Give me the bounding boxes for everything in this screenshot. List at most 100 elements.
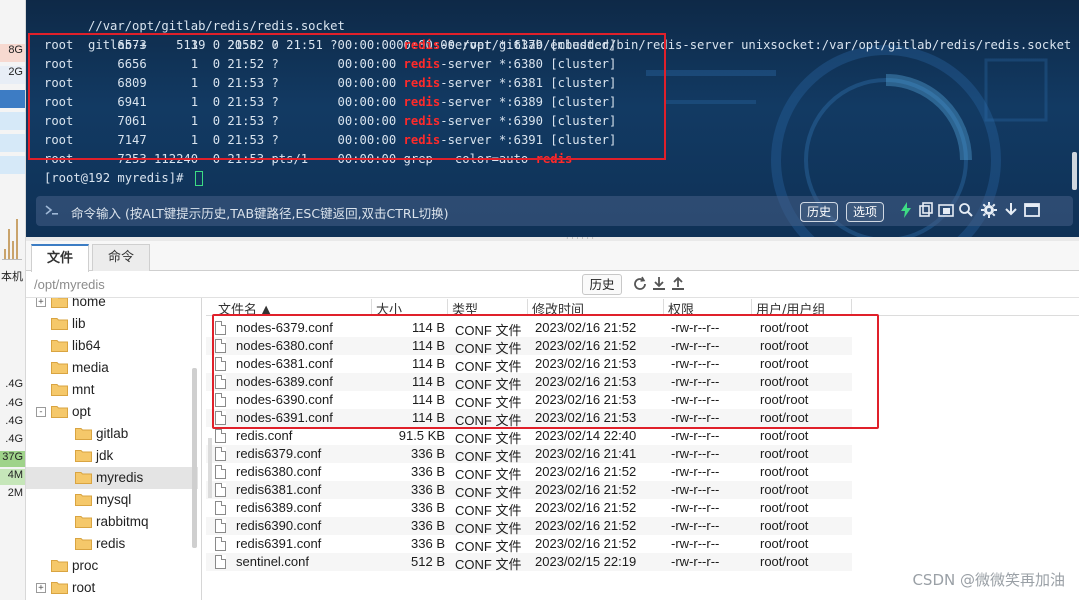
download-icon[interactable] <box>1002 201 1020 219</box>
tree-item-lib[interactable]: lib <box>26 313 198 335</box>
command-icon <box>45 205 58 215</box>
left-row[interactable] <box>0 156 25 174</box>
file-row[interactable]: redis6380.conf 336 B CONF 文件 2023/02/16 21:… <box>206 463 852 482</box>
tree-item-label: rabbitmq <box>96 514 149 529</box>
tree-item-proc[interactable]: proc <box>26 555 198 577</box>
file-size: 336 B <box>411 500 445 515</box>
tree-item-rabbitmq[interactable]: rabbitmq <box>26 511 198 533</box>
file-name: redis6391.conf <box>236 536 322 551</box>
file-icon <box>215 429 226 443</box>
tree-scrollbar[interactable] <box>192 368 197 548</box>
watermark: CSDN @微微笑再加油 <box>912 571 1065 589</box>
copy-icon[interactable] <box>917 201 935 219</box>
file-name: redis6390.conf <box>236 518 322 533</box>
terminal-prompt[interactable]: [root@192 myredis]# <box>44 169 203 188</box>
folder-icon <box>75 450 92 462</box>
tree-item-label: gitlab <box>96 426 129 441</box>
folder-icon <box>75 494 92 506</box>
file-mtime: 2023/02/16 21:52 <box>535 464 637 479</box>
tree-item-opt[interactable]: - opt <box>26 401 198 423</box>
command-input[interactable]: 命令输入 (按ALT键提示历史,TAB键路径,ESC键返回,双击CTRL切换) <box>71 203 448 222</box>
file-size: 336 B <box>411 464 445 479</box>
left-value: 2M <box>7 487 23 499</box>
expand-icon[interactable]: + <box>36 583 46 593</box>
tree-item-home[interactable]: + home <box>26 298 198 313</box>
terminal-panel[interactable]: //var/opt/gitlab/redis/redis.socket gitl… <box>26 0 1079 237</box>
left-row[interactable] <box>0 134 25 152</box>
file-permissions: -rw-r--r-- <box>671 554 720 569</box>
tab-commands[interactable]: 命令 <box>92 244 150 271</box>
folder-icon <box>51 298 68 308</box>
file-list: 文件名 ▲ 大小 类型 修改时间 权限 用户/用户组 nodes-6379.co… <box>206 298 1079 600</box>
tree-item-root[interactable]: + root <box>26 577 198 599</box>
command-history-button[interactable]: 历史 <box>800 202 839 222</box>
folder-icon <box>75 472 92 484</box>
terminal-scrollbar[interactable] <box>1072 152 1077 190</box>
file-mtime: 2023/02/16 21:52 <box>535 536 637 551</box>
tree-item-mnt[interactable]: mnt <box>26 379 198 401</box>
file-permissions: -rw-r--r-- <box>671 428 720 443</box>
file-owner: root/root <box>760 500 809 515</box>
tree-item-label: home <box>72 298 106 309</box>
collapse-icon[interactable]: - <box>36 407 46 417</box>
tree-item-myredis[interactable]: myredis <box>26 467 198 489</box>
file-owner: root/root <box>760 518 809 533</box>
path-history-button[interactable]: 历史 <box>582 274 622 295</box>
file-row[interactable]: redis6389.conf 336 B CONF 文件 2023/02/16 21:… <box>206 499 852 518</box>
annotation-box-nodes-files <box>212 314 879 429</box>
tab-files[interactable]: 文件 <box>31 244 89 272</box>
file-permissions: -rw-r--r-- <box>671 500 720 515</box>
file-size: 336 B <box>411 446 445 461</box>
search-icon[interactable] <box>957 201 975 219</box>
left-value: 2G <box>0 66 25 84</box>
file-mtime: 2023/02/16 21:52 <box>535 482 637 497</box>
tree-item-label: proc <box>72 558 99 573</box>
file-name: sentinel.conf <box>236 554 309 569</box>
file-permissions: -rw-r--r-- <box>671 464 720 479</box>
refresh-icon[interactable] <box>632 276 648 292</box>
expand-icon[interactable]: + <box>36 298 46 307</box>
path-bar: /opt/myredis 历史 <box>26 272 1079 298</box>
folder-icon <box>51 318 68 330</box>
tree-item-label: lib64 <box>72 338 101 353</box>
upload-icon[interactable] <box>670 276 686 292</box>
bolt-icon[interactable] <box>897 201 915 219</box>
file-row[interactable]: redis6391.conf 336 B CONF 文件 2023/02/16 21:… <box>206 535 852 554</box>
file-icon <box>215 555 226 569</box>
left-selected-row[interactable] <box>0 90 25 108</box>
gear-icon[interactable] <box>980 201 998 219</box>
file-size: 91.5 KB <box>398 428 445 443</box>
file-row[interactable]: redis.conf 91.5 KB CONF 文件 2023/02/14 22:40… <box>206 427 852 446</box>
download-icon[interactable] <box>651 276 667 292</box>
tree-item-mysql[interactable]: mysql <box>26 489 198 511</box>
tree-item-lib64[interactable]: lib64 <box>26 335 198 357</box>
tree-item-label: mnt <box>72 382 95 397</box>
tree-item-gitlab[interactable]: gitlab <box>26 423 198 445</box>
left-row[interactable] <box>0 112 25 130</box>
tree-item-redis[interactable]: redis <box>26 533 198 555</box>
folder-icon[interactable] <box>937 201 955 219</box>
left-value: .4G <box>5 433 23 445</box>
tree-item-label: redis <box>96 536 126 551</box>
file-row[interactable]: redis6379.conf 336 B CONF 文件 2023/02/16 21:… <box>206 445 852 464</box>
tree-item-jdk[interactable]: jdk <box>26 445 198 467</box>
file-row[interactable]: redis6381.conf 336 B CONF 文件 2023/02/16 21:… <box>206 481 852 500</box>
command-input-bar[interactable]: 命令输入 (按ALT键提示历史,TAB键路径,ESC键返回,双击CTRL切换) … <box>36 196 1073 226</box>
annotation-box-processes <box>28 33 666 160</box>
tree-item-media[interactable]: media <box>26 357 198 379</box>
file-owner: root/root <box>760 428 809 443</box>
file-owner: root/root <box>760 536 809 551</box>
command-options-button[interactable]: 选项 <box>846 202 885 222</box>
file-size: 336 B <box>411 518 445 533</box>
file-name: redis6379.conf <box>236 446 322 461</box>
left-value: 8G <box>0 44 25 62</box>
file-row[interactable]: redis6390.conf 336 B CONF 文件 2023/02/16 21:… <box>206 517 852 536</box>
tree-item-label: media <box>72 360 109 375</box>
window-icon[interactable] <box>1023 201 1041 219</box>
file-icon <box>215 447 226 461</box>
path-input[interactable]: /opt/myredis <box>34 277 105 292</box>
file-list-scrollbar[interactable] <box>208 438 212 498</box>
file-icon <box>215 501 226 515</box>
file-icon <box>215 519 226 533</box>
file-row[interactable]: sentinel.conf 512 B CONF 文件 2023/02/15 22:1… <box>206 553 852 572</box>
